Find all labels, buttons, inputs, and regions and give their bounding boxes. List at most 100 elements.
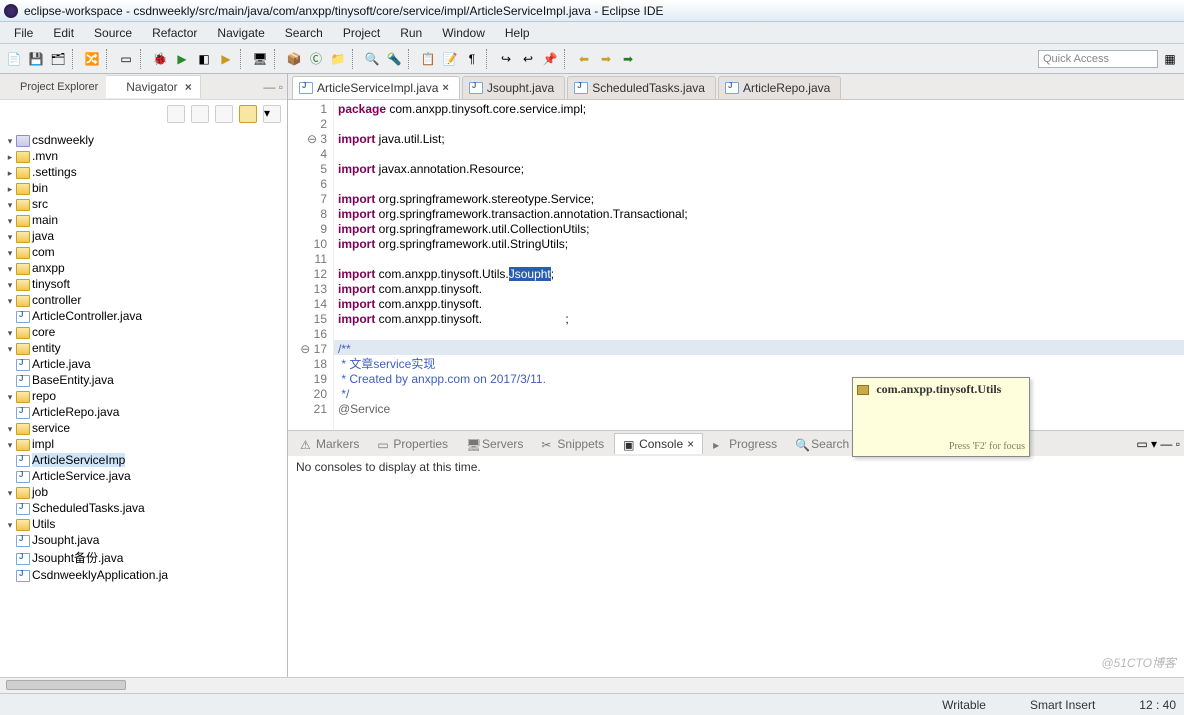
task-icon[interactable]: 📋 bbox=[418, 49, 438, 69]
toggle-icon[interactable]: 🔀 bbox=[82, 49, 102, 69]
code-line[interactable]: import com.anxpp.tinysoft. ; bbox=[338, 312, 1184, 327]
tree-node[interactable]: ▾com bbox=[4, 244, 287, 260]
tree-node[interactable]: ▾tinysoft bbox=[4, 276, 287, 292]
editor-tab[interactable]: Jsoupht.java bbox=[462, 76, 565, 99]
twisty-icon[interactable]: ▾ bbox=[4, 440, 16, 451]
tree-node[interactable]: ArticleController.java bbox=[4, 308, 287, 324]
run-last-icon[interactable]: ▶ bbox=[216, 49, 236, 69]
code-line[interactable] bbox=[338, 117, 1184, 132]
annotation-icon[interactable]: 📝 bbox=[440, 49, 460, 69]
twisty-icon[interactable]: ▾ bbox=[4, 200, 16, 211]
code-line[interactable]: */ bbox=[338, 387, 1184, 402]
show-whitespace-icon[interactable]: ¶ bbox=[462, 49, 482, 69]
nav-last-icon[interactable]: ➡ bbox=[618, 49, 638, 69]
code-line[interactable]: import org.springframework.util.Collecti… bbox=[338, 222, 1184, 237]
twisty-icon[interactable]: ▾ bbox=[4, 264, 16, 275]
code-line[interactable]: import com.anxpp.tinysoft.Utils.Jsoupht; bbox=[338, 267, 1184, 282]
view-tab-console[interactable]: ▣Console × bbox=[614, 433, 703, 454]
new-folder-icon[interactable]: 📁 bbox=[328, 49, 348, 69]
code-line[interactable]: /** bbox=[338, 342, 1184, 357]
view-tab-snippets[interactable]: ✂Snippets bbox=[533, 434, 612, 454]
menu-window[interactable]: Window bbox=[432, 24, 495, 42]
step-icon[interactable]: ↪ bbox=[496, 49, 516, 69]
annotation-ruler[interactable] bbox=[288, 100, 300, 430]
tree-node[interactable]: Article.java bbox=[4, 356, 287, 372]
tree-node[interactable]: ▾java bbox=[4, 228, 287, 244]
twisty-icon[interactable]: ▸ bbox=[4, 168, 16, 179]
tree-node[interactable]: ▾entity bbox=[4, 340, 287, 356]
editor-tab[interactable]: ArticleRepo.java bbox=[718, 76, 841, 99]
code-line[interactable] bbox=[338, 252, 1184, 267]
tree-node[interactable]: ▾controller bbox=[4, 292, 287, 308]
twisty-icon[interactable]: ▾ bbox=[4, 136, 16, 147]
new-icon[interactable]: 📄 bbox=[4, 49, 24, 69]
search-icon[interactable]: 🔦 bbox=[384, 49, 404, 69]
view-toolbar-icon[interactable]: ▭ ▾ — ▫ bbox=[1136, 437, 1180, 451]
save-icon[interactable]: 💾 bbox=[26, 49, 46, 69]
open-type-icon[interactable]: 🔍 bbox=[362, 49, 382, 69]
view-menu-icon[interactable]: ▾ bbox=[263, 105, 281, 123]
tree-node[interactable]: CsdnweeklyApplication.ja bbox=[4, 567, 287, 583]
tree-node[interactable]: ▾repo bbox=[4, 388, 287, 404]
navigator-tree[interactable]: ▾csdnweekly▸.mvn▸.settings▸bin▾src▾main▾… bbox=[0, 128, 287, 677]
twisty-icon[interactable]: ▾ bbox=[4, 488, 16, 499]
nav-fwd-icon[interactable]: ➡ bbox=[596, 49, 616, 69]
twisty-icon[interactable]: ▸ bbox=[4, 184, 16, 195]
tree-node[interactable]: ArticleRepo.java bbox=[4, 404, 287, 420]
tree-node[interactable]: ▾impl bbox=[4, 436, 287, 452]
new-class-icon[interactable]: Ⓒ bbox=[306, 49, 326, 69]
tree-node[interactable]: ▾src bbox=[4, 196, 287, 212]
new-package-icon[interactable]: 📦 bbox=[284, 49, 304, 69]
twisty-icon[interactable]: ▾ bbox=[4, 328, 16, 339]
twisty-icon[interactable]: ▸ bbox=[4, 152, 16, 163]
menu-help[interactable]: Help bbox=[495, 24, 540, 42]
tree-node[interactable]: ▸.settings bbox=[4, 164, 287, 180]
code-line[interactable] bbox=[338, 147, 1184, 162]
tree-node[interactable]: ▾csdnweekly bbox=[4, 132, 287, 148]
tree-node[interactable]: Jsoupht.java bbox=[4, 532, 287, 548]
view-tab-markers[interactable]: ⚠Markers bbox=[292, 434, 367, 454]
code-line[interactable]: import javax.annotation.Resource; bbox=[338, 162, 1184, 177]
focus-icon[interactable] bbox=[215, 105, 233, 123]
menu-project[interactable]: Project bbox=[333, 24, 390, 42]
menu-navigate[interactable]: Navigate bbox=[207, 24, 274, 42]
menu-source[interactable]: Source bbox=[84, 24, 142, 42]
menu-edit[interactable]: Edit bbox=[43, 24, 84, 42]
tab-navigator[interactable]: Navigator × bbox=[106, 75, 200, 98]
tree-node[interactable]: ▾main bbox=[4, 212, 287, 228]
tree-node[interactable]: ▾core bbox=[4, 324, 287, 340]
tree-node[interactable]: ArticleService.java bbox=[4, 468, 287, 484]
code-line[interactable]: import org.springframework.stereotype.Se… bbox=[338, 192, 1184, 207]
tree-node[interactable]: ▾job bbox=[4, 484, 287, 500]
view-tab-search[interactable]: 🔍Search bbox=[787, 434, 857, 454]
code-line[interactable] bbox=[338, 327, 1184, 342]
tab-project-explorer[interactable]: Project Explorer bbox=[0, 77, 106, 97]
quick-access-input[interactable]: Quick Access bbox=[1038, 50, 1158, 68]
twisty-icon[interactable]: ▾ bbox=[4, 280, 16, 291]
view-tab-progress[interactable]: ▸Progress bbox=[705, 434, 785, 454]
coverage-icon[interactable]: ◧ bbox=[194, 49, 214, 69]
twisty-icon[interactable]: ▾ bbox=[4, 232, 16, 243]
twisty-icon[interactable]: ▾ bbox=[4, 296, 16, 307]
twisty-icon[interactable]: ▾ bbox=[4, 520, 16, 531]
tree-node[interactable]: ArticleServiceImp bbox=[4, 452, 287, 468]
code-line[interactable]: package com.anxpp.tinysoft.core.service.… bbox=[338, 102, 1184, 117]
code-line[interactable]: * Created by anxpp.com on 2017/3/11. bbox=[338, 372, 1184, 387]
close-icon[interactable]: × bbox=[442, 82, 448, 94]
twisty-icon[interactable]: ▾ bbox=[4, 344, 16, 355]
code-line[interactable]: import com.anxpp.tinysoft. bbox=[338, 297, 1184, 312]
tree-node[interactable]: ▸bin bbox=[4, 180, 287, 196]
filter-icon[interactable] bbox=[239, 105, 257, 123]
perspective-icon[interactable]: ▦ bbox=[1160, 49, 1180, 69]
menu-file[interactable]: File bbox=[4, 24, 43, 42]
close-icon[interactable]: × bbox=[687, 437, 694, 451]
code-line[interactable]: * 文章service实现 bbox=[338, 357, 1184, 372]
code-line[interactable]: import com.anxpp.tinysoft. bbox=[338, 282, 1184, 297]
twisty-icon[interactable]: ▾ bbox=[4, 248, 16, 259]
editor-tab[interactable]: ScheduledTasks.java bbox=[567, 76, 716, 99]
server-icon[interactable]: 🖥 bbox=[250, 49, 270, 69]
tree-node[interactable]: Jsoupht备份.java bbox=[4, 548, 287, 567]
cursor-icon[interactable]: ▭ bbox=[116, 49, 136, 69]
save-all-icon[interactable]: 🗂 bbox=[48, 49, 68, 69]
tree-node[interactable]: ScheduledTasks.java bbox=[4, 500, 287, 516]
